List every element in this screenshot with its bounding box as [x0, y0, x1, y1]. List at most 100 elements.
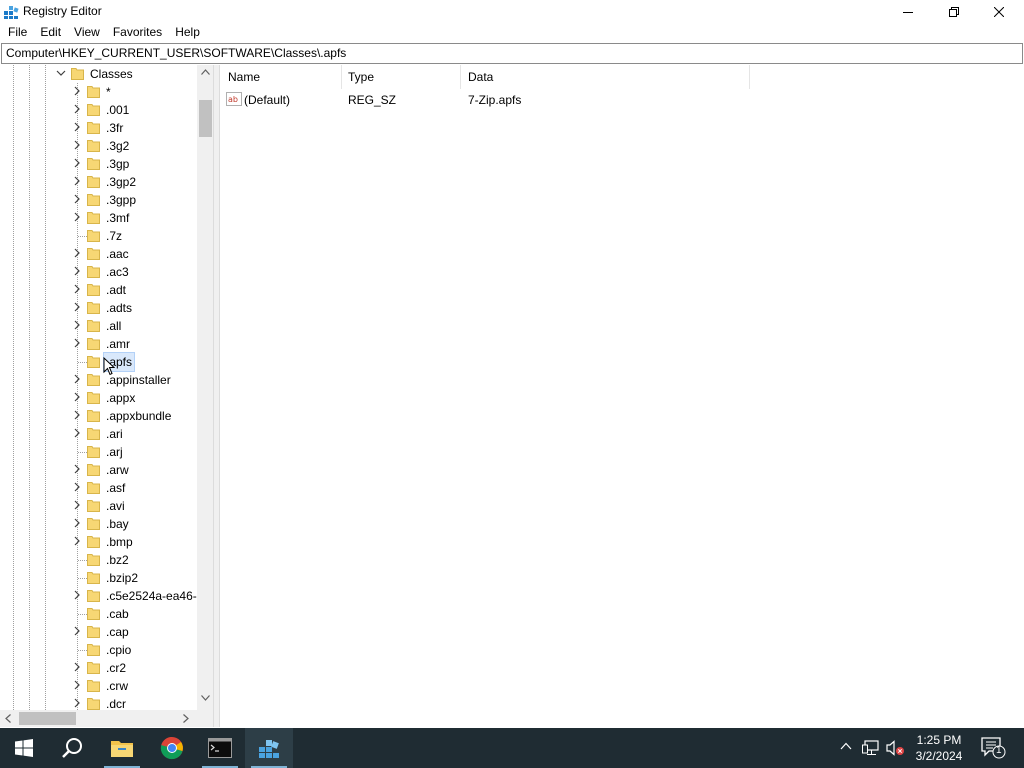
chevron-right-icon[interactable]	[72, 320, 82, 330]
tree-item[interactable]: .arw	[0, 461, 197, 479]
tree-item[interactable]: .aac	[0, 245, 197, 263]
chevron-right-icon[interactable]	[72, 464, 82, 474]
column-header-name[interactable]: Name	[220, 65, 342, 89]
tree-item[interactable]: .c5e2524a-ea46-4	[0, 587, 197, 605]
scroll-thumb[interactable]	[199, 100, 212, 137]
menu-help[interactable]: Help	[168, 24, 206, 43]
address-bar[interactable]: Computer\HKEY_CURRENT_USER\SOFTWARE\Clas…	[1, 43, 1023, 64]
tree-item[interactable]: .appx	[0, 389, 197, 407]
chevron-right-icon[interactable]	[72, 338, 82, 348]
menu-favorites[interactable]: Favorites	[106, 24, 168, 43]
tree-item[interactable]: .bz2	[0, 551, 197, 569]
chevron-right-icon[interactable]	[72, 662, 82, 672]
tree-item[interactable]: .apfs	[0, 352, 197, 372]
tree-item[interactable]: .all	[0, 317, 197, 335]
tree-item[interactable]: *	[0, 83, 197, 101]
system-clock[interactable]: 1:25 PM 3/2/2024	[905, 728, 973, 768]
chevron-right-icon[interactable]	[72, 284, 82, 294]
chevron-right-icon[interactable]	[72, 302, 82, 312]
tree-item-classes[interactable]: Classes	[0, 65, 197, 83]
volume-muted-icon[interactable]	[886, 740, 906, 756]
taskbar-chrome[interactable]	[148, 728, 196, 768]
chevron-right-icon[interactable]	[72, 680, 82, 690]
tree-item[interactable]: .ac3	[0, 263, 197, 281]
chevron-right-icon[interactable]	[72, 86, 82, 96]
chevron-right-icon[interactable]	[72, 212, 82, 222]
tree-item[interactable]: .7z	[0, 227, 197, 245]
chevron-right-icon[interactable]	[72, 122, 82, 132]
chevron-right-icon[interactable]	[72, 536, 82, 546]
chevron-right-icon[interactable]	[72, 140, 82, 150]
tree-item[interactable]: .asf	[0, 479, 197, 497]
tree-horizontal-scrollbar[interactable]	[0, 710, 197, 727]
chevron-right-icon[interactable]	[72, 104, 82, 114]
chevron-right-icon[interactable]	[72, 158, 82, 168]
network-icon[interactable]	[862, 740, 880, 756]
tree-item[interactable]: .adt	[0, 281, 197, 299]
scroll-down-icon[interactable]	[201, 695, 210, 701]
tree-item[interactable]: .bmp	[0, 533, 197, 551]
chevron-right-icon[interactable]	[72, 248, 82, 258]
chevron-right-icon[interactable]	[72, 176, 82, 186]
tree-item[interactable]: .ari	[0, 425, 197, 443]
column-header-data[interactable]: Data	[460, 65, 750, 89]
tree-item[interactable]: .3g2	[0, 137, 197, 155]
chevron-right-icon[interactable]	[72, 590, 82, 600]
chevron-down-icon[interactable]	[56, 68, 66, 78]
chevron-right-icon[interactable]	[72, 500, 82, 510]
tree-item[interactable]: .appxbundle	[0, 407, 197, 425]
scroll-left-icon[interactable]	[5, 714, 11, 723]
tree-item[interactable]: .cpio	[0, 641, 197, 659]
tree-item[interactable]: .3gp	[0, 155, 197, 173]
chevron-right-icon[interactable]	[72, 482, 82, 492]
tree-item[interactable]: .3gpp	[0, 191, 197, 209]
tree-item[interactable]: .adts	[0, 299, 197, 317]
notification-center-icon[interactable]	[980, 736, 1006, 760]
folder-icon	[87, 680, 100, 692]
scroll-right-icon[interactable]	[183, 714, 189, 723]
close-button[interactable]	[976, 0, 1022, 24]
menu-file[interactable]: File	[0, 24, 33, 43]
tree-item[interactable]: .amr	[0, 335, 197, 353]
tree-item[interactable]: .avi	[0, 497, 197, 515]
chevron-right-icon[interactable]	[72, 266, 82, 276]
start-button[interactable]	[0, 728, 48, 768]
tree-item[interactable]: .3mf	[0, 209, 197, 227]
chevron-right-icon[interactable]	[72, 194, 82, 204]
tree-item[interactable]: .appinstaller	[0, 371, 197, 389]
tree-item[interactable]: .arj	[0, 443, 197, 461]
chevron-right-icon[interactable]	[72, 518, 82, 528]
menu-edit[interactable]: Edit	[33, 24, 67, 43]
restore-button[interactable]	[931, 0, 977, 24]
tree-item[interactable]: .bay	[0, 515, 197, 533]
chevron-right-icon[interactable]	[72, 698, 82, 708]
scroll-thumb[interactable]	[19, 712, 76, 725]
taskbar-file-explorer[interactable]	[98, 728, 146, 768]
tree-item[interactable]: .cab	[0, 605, 197, 623]
folder-icon	[87, 518, 100, 530]
search-button[interactable]	[48, 728, 96, 768]
chevron-right-icon[interactable]	[72, 410, 82, 420]
title-bar: Registry Editor	[0, 0, 1024, 24]
minimize-button[interactable]	[885, 0, 931, 24]
chevron-up-icon[interactable]	[840, 742, 852, 750]
tree-item[interactable]: .cr2	[0, 659, 197, 677]
tree-item[interactable]: .3fr	[0, 119, 197, 137]
tree-item[interactable]: .001	[0, 101, 197, 119]
tree-item[interactable]: .crw	[0, 677, 197, 695]
chevron-right-icon[interactable]	[72, 428, 82, 438]
chevron-right-icon[interactable]	[72, 374, 82, 384]
tree-item[interactable]: .3gp2	[0, 173, 197, 191]
chevron-right-icon[interactable]	[72, 626, 82, 636]
tree-item[interactable]: .cap	[0, 623, 197, 641]
menu-view[interactable]: View	[67, 24, 106, 43]
scroll-up-icon[interactable]	[201, 69, 210, 75]
taskbar-registry-editor[interactable]	[245, 728, 293, 768]
chevron-right-icon[interactable]	[72, 392, 82, 402]
tree-vertical-scrollbar[interactable]	[197, 65, 213, 710]
tree-item[interactable]: .dcr	[0, 695, 197, 710]
taskbar-command-prompt[interactable]	[196, 728, 244, 768]
list-item[interactable]: (Default) REG_SZ 7-Zip.apfs	[220, 90, 820, 110]
tree-item[interactable]: .bzip2	[0, 569, 197, 587]
column-header-type[interactable]: Type	[340, 65, 461, 89]
